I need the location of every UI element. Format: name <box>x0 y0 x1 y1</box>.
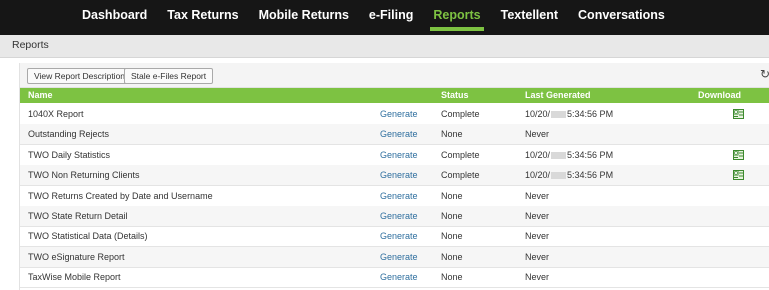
redacted-year <box>551 111 567 119</box>
column-header-status: Status <box>441 90 469 100</box>
last-generated: Never <box>525 231 550 242</box>
download-excel-icon[interactable] <box>733 104 744 119</box>
top-navigation-bar: Dashboard Tax Returns Mobile Returns e-F… <box>0 0 769 35</box>
generate-link[interactable]: Generate <box>380 124 418 144</box>
nav-reports[interactable]: Reports <box>423 0 490 31</box>
table-row: TWO Returns Created by Date and Username… <box>20 186 769 207</box>
table-row: TWO eSignature Report Generate None Never <box>20 246 769 268</box>
table-row: TWO State Return Detail Generate None Never <box>20 206 769 227</box>
report-name: TWO Non Returning Clients <box>28 170 140 181</box>
report-status: None <box>441 272 463 283</box>
last-generated: 10/20/5:34:56 PM <box>525 104 613 124</box>
last-generated-time: 5:34:56 PM <box>567 149 614 160</box>
generate-link[interactable]: Generate <box>380 267 418 287</box>
report-name: TWO Daily Statistics <box>28 149 111 160</box>
report-name: 1040X Report <box>28 109 84 119</box>
nav-conversations[interactable]: Conversations <box>568 0 675 30</box>
last-generated: 10/20/5:34:56 PM <box>525 165 613 185</box>
table-row: TaxWise Mobile Report Generate None Never <box>20 267 769 289</box>
redacted-year <box>551 151 567 159</box>
last-generated: Never <box>525 129 550 140</box>
table-header: Name Status Last Generated Download <box>20 88 769 103</box>
download-excel-icon[interactable] <box>733 145 744 160</box>
reports-panel: View Report Descriptions Stale e-Files R… <box>19 63 769 290</box>
generate-link[interactable]: Generate <box>380 104 418 124</box>
column-header-last-generated: Last Generated <box>525 90 591 100</box>
last-generated: Never <box>525 251 550 262</box>
reports-toolbar: View Report Descriptions Stale e-Files R… <box>20 63 769 88</box>
generate-link[interactable]: Generate <box>380 145 418 165</box>
report-name: TWO State Return Detail <box>28 211 128 221</box>
last-generated: Never <box>525 272 550 283</box>
last-generated: 10/20/5:34:56 PM <box>525 145 613 165</box>
generate-link[interactable]: Generate <box>380 226 418 246</box>
last-generated: Never <box>525 211 550 221</box>
nav-textellent[interactable]: Textellent <box>491 0 568 30</box>
column-header-name: Name <box>28 90 53 100</box>
nav-e-filing[interactable]: e-Filing <box>359 0 423 30</box>
download-excel-icon[interactable] <box>733 165 744 181</box>
report-name: TWO eSignature Report <box>28 251 125 262</box>
nav-dashboard[interactable]: Dashboard <box>72 0 157 30</box>
column-header-download: Download <box>698 90 741 100</box>
last-generated-date: 10/20/ <box>525 109 551 119</box>
generate-link[interactable]: Generate <box>380 165 418 185</box>
refresh-icon[interactable]: ↻ <box>760 67 769 81</box>
report-status: None <box>441 129 463 140</box>
last-generated-time: 5:34:56 PM <box>567 109 614 119</box>
table-row: TWO Daily Statistics Generate Complete 10/2… <box>20 145 769 166</box>
nav-tax-returns[interactable]: Tax Returns <box>157 0 248 30</box>
report-name: TaxWise Mobile Report <box>28 272 121 283</box>
view-report-descriptions-button[interactable]: View Report Descriptions <box>27 68 137 84</box>
report-status: Complete <box>441 149 480 160</box>
main-nav: Dashboard Tax Returns Mobile Returns e-F… <box>72 0 675 35</box>
report-status: Complete <box>441 170 480 181</box>
report-status: None <box>441 190 463 201</box>
stale-efiles-report-button[interactable]: Stale e-Files Report <box>124 68 214 84</box>
report-status: None <box>441 251 463 262</box>
last-generated-date: 10/20/ <box>525 170 551 181</box>
last-generated-time: 5:34:56 PM <box>567 170 614 181</box>
table-row: Outstanding Rejects Generate None Never <box>20 124 769 146</box>
report-name: Outstanding Rejects <box>28 129 110 140</box>
generate-link[interactable]: Generate <box>380 206 418 226</box>
report-name: TWO Statistical Data (Details) <box>28 231 148 242</box>
table-row: 1040X Report Generate Complete 10/20/5:34:5… <box>20 104 769 125</box>
last-generated: Never <box>525 190 550 201</box>
table-row: TWO Non Returning Clients Generate Complet… <box>20 165 769 187</box>
page-title-bar: Reports <box>0 35 769 58</box>
nav-mobile-returns[interactable]: Mobile Returns <box>249 0 359 30</box>
generate-link[interactable]: Generate <box>380 186 418 206</box>
report-status: Complete <box>441 109 480 119</box>
page-title: Reports <box>12 39 49 51</box>
redacted-year <box>551 172 567 180</box>
report-name: TWO Returns Created by Date and Username <box>28 190 213 201</box>
generate-link[interactable]: Generate <box>380 247 418 267</box>
table-row: TWO Statistical Data (Details) Generate No… <box>20 226 769 248</box>
report-status: None <box>441 211 463 221</box>
last-generated-date: 10/20/ <box>525 149 551 160</box>
report-status: None <box>441 231 463 242</box>
